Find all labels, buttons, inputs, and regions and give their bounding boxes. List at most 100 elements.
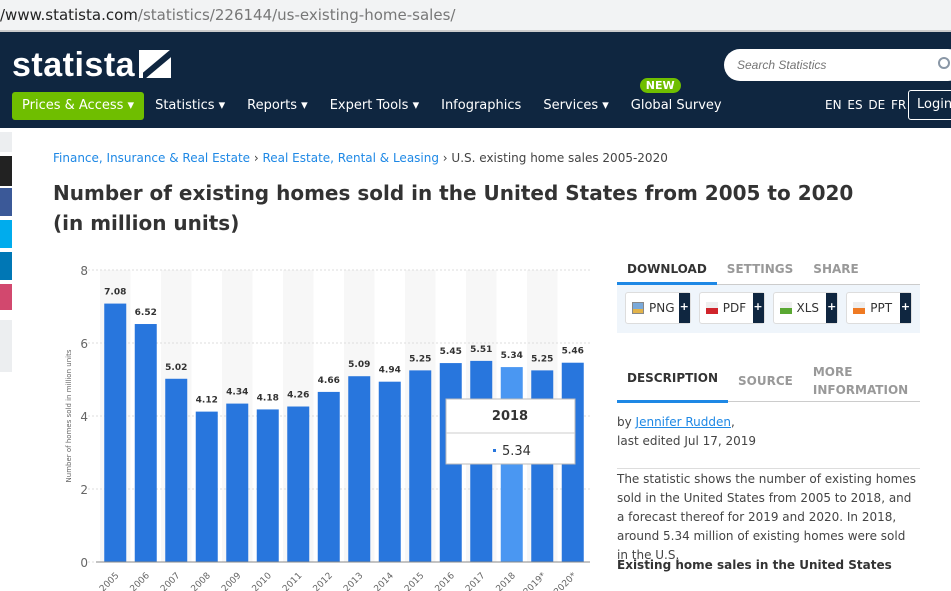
bar [287, 406, 310, 562]
breadcrumb: Finance, Insurance & Real Estate › Real … [53, 151, 668, 165]
breadcrumb-current: U.S. existing home sales 2005-2020 [451, 151, 668, 165]
data-label: 4.94 [379, 366, 401, 376]
share-dark-button[interactable] [0, 156, 12, 186]
tab-download[interactable]: DOWNLOAD [617, 262, 717, 285]
y-tick-label: 6 [80, 337, 88, 351]
y-axis-label: Number of homes sold in million units [65, 349, 73, 482]
image-file-icon [632, 302, 644, 314]
tab-settings[interactable]: SETTINGS [717, 262, 804, 284]
data-label: 4.66 [318, 376, 340, 386]
search-icon[interactable] [938, 57, 950, 69]
bar-chart: 0 2 4 6 8 Number of homes sold in million uni… [65, 264, 590, 591]
nav-infographics[interactable]: Infographics [430, 92, 532, 120]
download-ppt-button[interactable]: PPT + [846, 292, 912, 324]
ppt-file-icon [853, 302, 866, 314]
description-text: The statistic shows the number of existi… [617, 468, 920, 565]
bar [165, 378, 188, 562]
x-tick-label: 2016 [434, 571, 457, 591]
sidebar-tab [0, 132, 12, 152]
url-path: /statistics/226144/us-existing-home-sale… [137, 6, 456, 24]
url-host: /www.statista.com [0, 6, 138, 24]
last-edited: last edited Jul 17, 2019 [617, 434, 757, 448]
x-tick-label: 2011 [281, 571, 304, 591]
data-label: 5.46 [562, 347, 584, 357]
nav-expert-tools[interactable]: Expert Tools ▾ [319, 92, 430, 120]
data-label: 7.08 [104, 288, 126, 298]
logo-mark-icon [139, 50, 172, 78]
x-tick-label: 2018 [495, 571, 518, 591]
download-png-button[interactable]: PNG + [625, 292, 691, 324]
tooltip-title: 2018 [492, 409, 528, 424]
x-tick-label: 2020* [552, 571, 579, 591]
nav-statistics[interactable]: Statistics ▾ [144, 92, 236, 120]
y-tick-label: 2 [80, 483, 88, 497]
data-label: 5.45 [440, 347, 462, 357]
x-tick-label: 2017 [464, 571, 487, 591]
tab-source[interactable]: SOURCE [728, 372, 803, 390]
tooltip-series-marker [493, 449, 496, 452]
download-xls-button[interactable]: XLS + [772, 292, 839, 324]
new-badge: NEW [639, 78, 681, 93]
site-header: statista Prices & Access ▾ Statistics ▾ … [0, 32, 951, 128]
bar [378, 381, 401, 562]
bar [226, 403, 249, 562]
x-tick-label: 2013 [342, 571, 365, 591]
author-link[interactable]: Jennifer Rudden [636, 415, 731, 429]
y-tick-label: 4 [80, 410, 88, 424]
facebook-share-button[interactable] [0, 188, 12, 216]
data-label: 5.34 [501, 351, 523, 361]
tooltip-value: 5.34 [502, 444, 531, 459]
bar [317, 391, 340, 562]
bar [500, 367, 523, 562]
address-bar[interactable]: /www.statista.com/statistics/226144/us-e… [0, 0, 951, 32]
nav-prices-access[interactable]: Prices & Access ▾ [12, 92, 145, 120]
breadcrumb-link[interactable]: Real Estate, Rental & Leasing [263, 151, 439, 165]
bar [195, 411, 218, 562]
x-tick-label: 2010 [251, 571, 274, 591]
download-buttons: PNG + PDF + XLS + PPT + [617, 285, 920, 333]
x-tick-label: 2009 [220, 571, 243, 591]
twitter-share-button[interactable] [0, 220, 12, 248]
x-tick-label: 2007 [159, 571, 182, 591]
nav-services[interactable]: Services ▾ [532, 92, 619, 120]
x-tick-label: 2005 [98, 571, 121, 591]
tab-share[interactable]: SHARE [803, 262, 868, 284]
download-tabs: DOWNLOAD SETTINGS SHARE [617, 262, 920, 285]
data-label: 6.52 [135, 308, 157, 318]
x-tick-label: 2006 [129, 571, 152, 591]
data-label: 5.09 [348, 360, 370, 370]
tab-description[interactable]: DESCRIPTION [617, 360, 729, 403]
author-info: by Jennifer Rudden, last edited Jul 17, 2… [617, 415, 757, 448]
data-label: 5.25 [409, 354, 431, 364]
login-button[interactable]: Login [908, 90, 951, 120]
bar [256, 409, 279, 562]
data-label: 5.25 [531, 354, 553, 364]
bar [134, 324, 157, 562]
section-heading: Existing home sales in the United States [617, 558, 892, 572]
bar [409, 370, 432, 562]
xls-file-icon [779, 302, 792, 314]
bar [104, 303, 127, 562]
nav-global-survey[interactable]: NEW Global Survey [620, 78, 733, 120]
y-tick-label: 8 [80, 264, 88, 278]
data-label: 4.12 [196, 396, 218, 406]
info-tabs: DESCRIPTION SOURCE MORE INFORMATION [617, 360, 920, 403]
language-switcher[interactable]: EN ES DE FR [825, 98, 906, 112]
x-tick-label: 2012 [312, 571, 335, 591]
x-tick-label: 2008 [190, 571, 213, 591]
download-pdf-button[interactable]: PDF + [698, 292, 765, 324]
data-label: 4.18 [257, 393, 279, 403]
data-label: 4.26 [287, 391, 309, 401]
nav-reports[interactable]: Reports ▾ [236, 92, 319, 120]
search-input[interactable] [724, 49, 951, 81]
bar [348, 376, 371, 562]
tab-more-information[interactable]: MORE INFORMATION [803, 363, 913, 399]
breadcrumb-link[interactable]: Finance, Insurance & Real Estate [53, 151, 250, 165]
data-label: 4.34 [226, 388, 248, 398]
data-label: 5.02 [165, 363, 187, 373]
x-tick-label: 2014 [373, 571, 396, 591]
y-tick-label: 0 [80, 556, 88, 570]
page-title: Number of existing homes sold in the Uni… [53, 181, 854, 235]
data-label: 5.51 [470, 345, 492, 355]
statista-logo[interactable]: statista [12, 46, 172, 85]
